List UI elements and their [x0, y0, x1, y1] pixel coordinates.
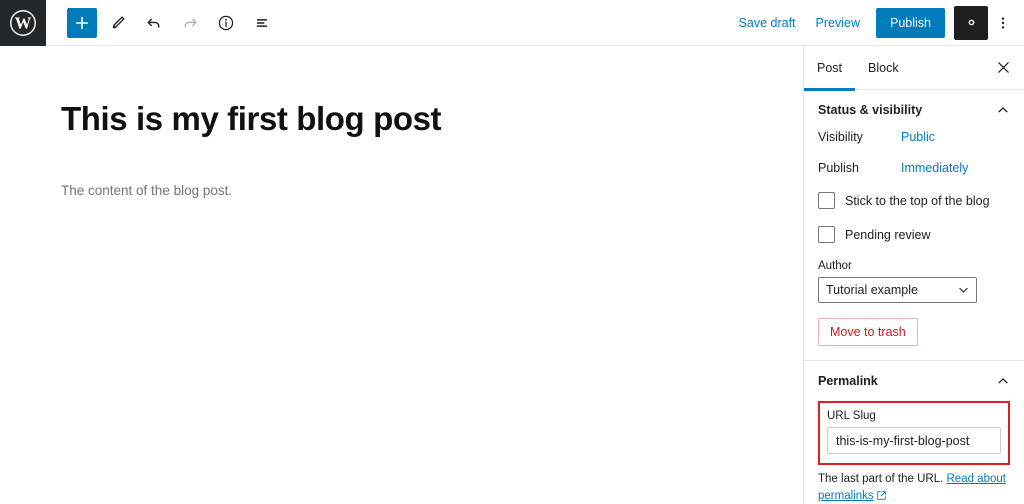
close-icon [997, 62, 1009, 73]
publish-button[interactable]: Publish [876, 7, 945, 38]
url-slug-input[interactable]: this-is-my-first-blog-post [827, 427, 1001, 454]
add-block-button[interactable] [67, 7, 97, 38]
panel-title: Status & visibility [818, 103, 923, 117]
pending-review-checkbox[interactable] [818, 226, 835, 243]
edit-tools-button[interactable] [103, 8, 133, 38]
close-sidebar-button[interactable] [992, 57, 1014, 79]
visibility-row: Visibility Public [818, 130, 1010, 144]
settings-sidebar: Post Block Status & visibility Visibilit… [803, 46, 1024, 504]
sticky-post-checkbox[interactable] [818, 192, 835, 209]
chevron-up-icon [996, 103, 1010, 117]
post-body-paragraph[interactable]: The content of the blog post. [61, 180, 721, 202]
gear-icon [968, 19, 974, 26]
author-label: Author [818, 260, 852, 272]
visibility-label: Visibility [818, 130, 863, 144]
tab-post[interactable]: Post [804, 46, 856, 91]
save-draft-button[interactable]: Save draft [729, 10, 806, 36]
url-slug-label: URL Slug [827, 410, 876, 422]
sidebar-tabbar: Post Block [804, 46, 1024, 91]
status-visibility-panel-body: Visibility Public Publish Immediately St… [804, 130, 1024, 360]
author-select[interactable]: Tutorial example [818, 277, 977, 303]
publish-label: Publish [818, 161, 859, 175]
permalink-panel: Permalink URL Slug this-is-my-first-blog… [804, 361, 1024, 504]
status-visibility-panel-header[interactable]: Status & visibility [804, 90, 1024, 130]
tab-block[interactable]: Block [855, 46, 912, 90]
editor-header: W Save draft Preview Publish [0, 0, 1024, 46]
list-view-button[interactable] [247, 8, 277, 38]
pending-review-row: Pending review [818, 226, 1010, 243]
visibility-value-button[interactable]: Public [901, 130, 935, 144]
publish-date-row: Publish Immediately [818, 161, 1010, 175]
post-title[interactable]: This is my first blog post [61, 99, 721, 139]
sticky-post-row: Stick to the top of the blog [818, 192, 1010, 209]
move-to-trash-button[interactable]: Move to trash [818, 318, 918, 346]
status-visibility-panel: Status & visibility Visibility Public Pu… [804, 90, 1024, 361]
external-link-icon [876, 490, 887, 504]
permalink-help-sentence: The last part of the URL. [818, 473, 944, 485]
editor-toolbar [67, 7, 277, 38]
svg-text:W: W [15, 13, 32, 32]
sticky-post-label[interactable]: Stick to the top of the blog [845, 194, 990, 208]
undo-button[interactable] [139, 8, 169, 38]
permalink-panel-body: URL Slug this-is-my-first-blog-post The … [804, 401, 1024, 504]
details-button[interactable] [211, 8, 241, 38]
url-slug-highlight-annotation: URL Slug this-is-my-first-blog-post [818, 401, 1010, 465]
editor-canvas[interactable]: This is my first blog post The content o… [0, 46, 803, 504]
author-select-wrapper: Tutorial example [818, 277, 977, 303]
pending-review-label[interactable]: Pending review [845, 228, 930, 242]
settings-gear-button[interactable] [954, 5, 988, 40]
redo-button[interactable] [175, 8, 205, 38]
header-actions: Save draft Preview Publish [729, 5, 1024, 40]
kebab-menu-icon [1001, 16, 1005, 29]
chevron-up-icon [996, 374, 1010, 388]
preview-button[interactable]: Preview [806, 10, 870, 36]
publish-date-button[interactable]: Immediately [901, 161, 968, 175]
panel-title: Permalink [818, 374, 878, 388]
permalink-panel-header[interactable]: Permalink [804, 361, 1024, 401]
permalink-help-text: The last part of the URL. Read about per… [818, 471, 1010, 504]
wordpress-block-editor: W Save draft Preview Publish This is my … [0, 0, 1024, 504]
wordpress-logo-icon[interactable]: W [0, 0, 46, 46]
more-menu-button[interactable] [990, 6, 1016, 40]
